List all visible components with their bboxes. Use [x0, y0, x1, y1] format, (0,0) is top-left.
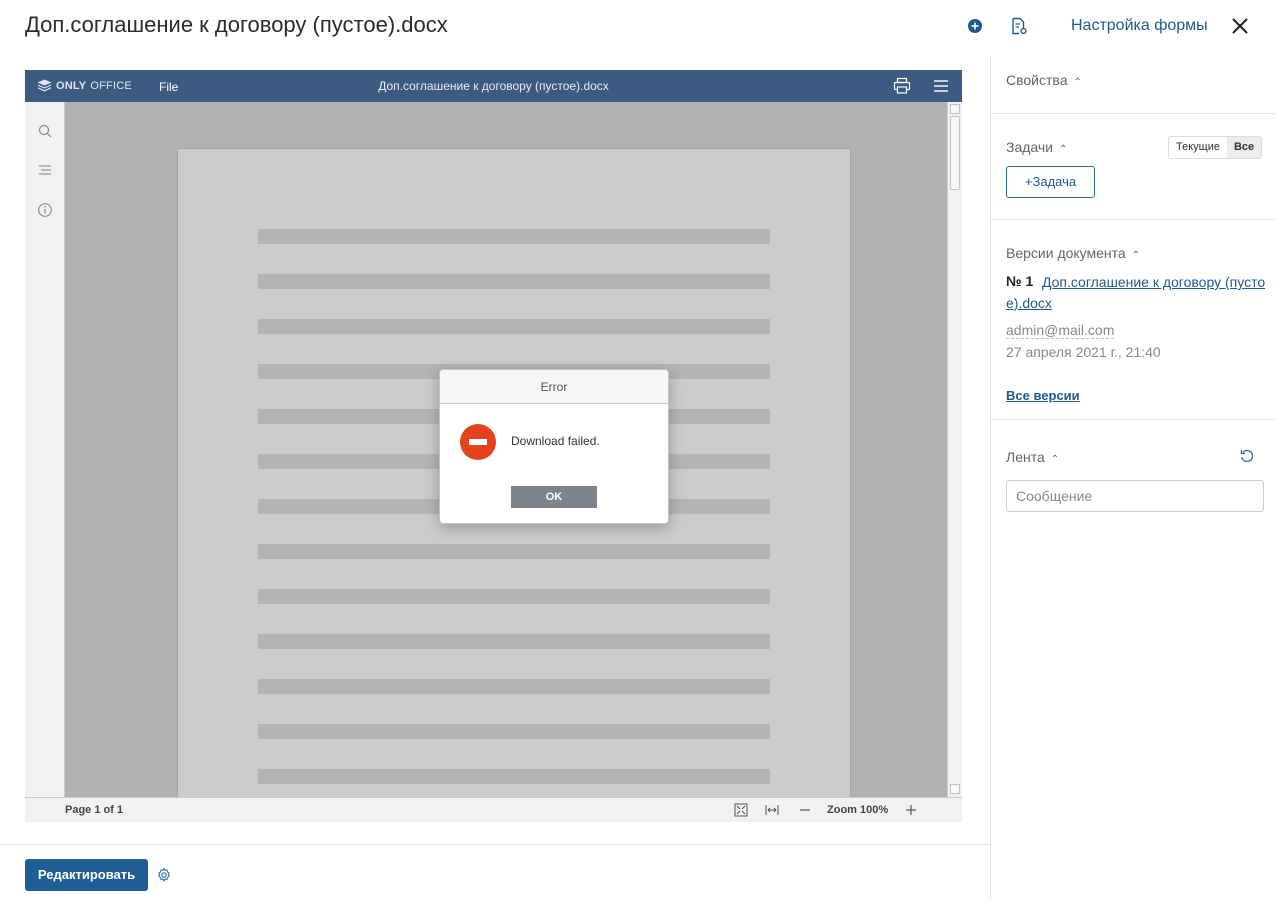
text-line-placeholder [258, 229, 770, 244]
editor-toolbar: ONLY OFFICE File Доп.соглашение к договор… [25, 70, 962, 102]
text-line-placeholder [258, 634, 770, 649]
text-line-placeholder [258, 274, 770, 289]
hamburger-menu-icon[interactable] [933, 78, 949, 94]
gear-icon[interactable] [156, 867, 172, 883]
scroll-thumb[interactable] [950, 116, 960, 190]
print-icon[interactable] [893, 77, 911, 95]
chevron-up-icon: ⌃ [1050, 454, 1060, 465]
text-line-placeholder [258, 589, 770, 604]
editor-left-rail [25, 102, 65, 797]
tasks-filter-toggle: Текущие Все [1168, 136, 1263, 159]
chevron-up-icon: ⌃ [1073, 77, 1082, 88]
zoom-in-icon[interactable] [904, 803, 918, 817]
form-settings-link[interactable]: Настройка формы [1071, 17, 1208, 35]
dialog-title: Error [440, 370, 668, 404]
version-author[interactable]: admin@mail.com [1006, 322, 1115, 339]
info-icon[interactable] [37, 202, 53, 218]
vertical-scrollbar[interactable] [947, 102, 962, 797]
text-line-placeholder [258, 679, 770, 694]
section-versions-label: Версии документа [1006, 245, 1126, 261]
close-icon[interactable] [1230, 16, 1250, 36]
add-task-button[interactable]: +Задача [1006, 166, 1095, 198]
editor-document-title: Доп.соглашение к договору (пустое).docx [378, 79, 609, 93]
edit-button[interactable]: Редактировать [25, 859, 148, 891]
all-versions-link[interactable]: Все версии [1006, 388, 1080, 403]
refresh-icon[interactable] [1239, 448, 1255, 464]
text-line-placeholder [258, 319, 770, 334]
footer-divider [0, 844, 990, 845]
right-sidebar: Свойства ⌃ Задачи ⌃ Текущие Все +Задача Ве… [990, 56, 1276, 900]
document-settings-icon[interactable] [1010, 17, 1028, 35]
section-feed-header[interactable]: Лента ⌃ [1006, 449, 1059, 465]
version-date: 27 апреля 2021 г., 21:40 [1006, 344, 1161, 360]
message-input[interactable] [1006, 480, 1264, 512]
zoom-level: Zoom 100% [827, 804, 889, 816]
scroll-up-arrow[interactable] [950, 104, 960, 114]
error-dialog: Error Download failed. OK [439, 369, 669, 524]
scroll-down-arrow[interactable] [950, 784, 960, 794]
fit-page-icon[interactable] [734, 803, 748, 817]
error-icon [460, 424, 496, 460]
plus-circle-icon[interactable] [966, 17, 984, 35]
navigation-icon[interactable] [37, 162, 53, 178]
text-line-placeholder [258, 544, 770, 559]
version-file-link[interactable]: Доп.соглашение к договору (пустое).docx [1006, 272, 1268, 314]
section-properties-header[interactable]: Свойства ⌃ [1006, 72, 1082, 88]
chevron-up-icon: ⌃ [1131, 250, 1141, 261]
fit-width-icon[interactable] [765, 803, 779, 817]
section-divider [991, 113, 1276, 114]
editor-status-bar: Page 1 of 1 Zoom 100% [25, 797, 962, 822]
zoom-out-icon[interactable] [798, 803, 812, 817]
text-line-placeholder [258, 724, 770, 739]
text-line-placeholder [258, 769, 770, 784]
section-tasks-label: Задачи [1006, 139, 1054, 155]
section-divider [991, 219, 1276, 220]
tasks-filter-current[interactable]: Текущие [1169, 137, 1227, 158]
section-properties-label: Свойства [1006, 72, 1068, 88]
section-divider [991, 419, 1276, 420]
ok-button[interactable]: OK [511, 486, 597, 508]
search-icon[interactable] [37, 123, 53, 139]
section-feed-label: Лента [1006, 449, 1045, 465]
tasks-filter-all[interactable]: Все [1226, 137, 1262, 158]
section-versions-header[interactable]: Версии документа ⌃ [1006, 245, 1140, 261]
section-tasks-header[interactable]: Задачи ⌃ [1006, 139, 1067, 155]
page-count: Page 1 of 1 [65, 804, 124, 816]
dialog-message: Download failed. [511, 434, 600, 448]
page-title: Доп.соглашение к договору (пустое).docx [25, 12, 448, 37]
chevron-up-icon: ⌃ [1059, 144, 1068, 155]
